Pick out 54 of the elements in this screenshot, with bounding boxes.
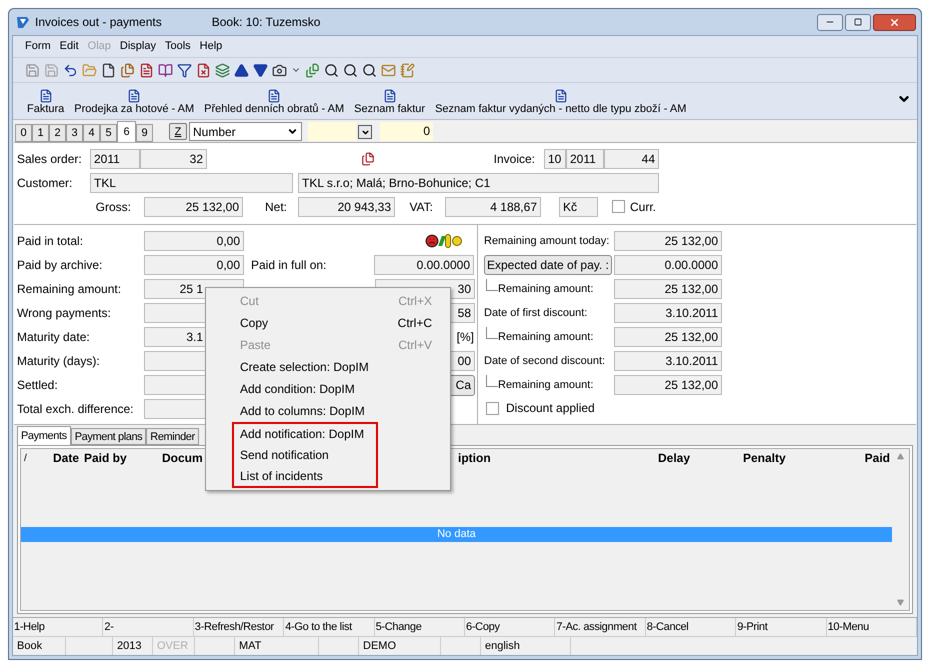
- unit-label: [%]: [456, 329, 475, 346]
- field-label: Discount applied: [506, 400, 595, 417]
- field-label: VAT:: [408, 198, 433, 216]
- field-label: Remaining amount:: [498, 282, 594, 297]
- field-label: Remaining amount:: [498, 330, 594, 345]
- field-label: Sales order:: [17, 150, 83, 168]
- field-label: Customer:: [17, 174, 74, 192]
- field-label: Remaining amount today:: [484, 234, 610, 249]
- field-label: Date of second discount:: [484, 354, 606, 369]
- status-text: DEMO: [363, 640, 396, 652]
- field-label: Gross:: [94, 198, 131, 216]
- value-field: 0,00: [144, 255, 244, 275]
- value-field: 32: [140, 148, 207, 168]
- value-field: 10: [544, 148, 566, 168]
- field-label: Paid in full on:: [251, 257, 328, 274]
- status-text: 2013: [117, 640, 142, 652]
- value-field: 2011: [566, 148, 604, 168]
- field-label: Invoice:: [492, 150, 535, 168]
- field-label: Settled:: [17, 377, 59, 394]
- value-field: 0.00.0000: [614, 255, 722, 275]
- value-field: 25 132,00: [614, 375, 722, 395]
- status-text: OVER: [157, 640, 188, 652]
- window-title: Invoices out - payments: [35, 14, 162, 31]
- value-field: Kč: [559, 196, 598, 216]
- value-field: 25 132,00: [144, 196, 243, 216]
- value-field: TKL: [90, 172, 293, 192]
- value-field: 2011: [90, 148, 140, 168]
- value-field: TKL s.r.o; Malá; Brno-Bohunice; C1: [298, 172, 659, 192]
- field-label: Total exch. difference:: [17, 401, 135, 418]
- field-label: Paid in total:: [17, 233, 84, 250]
- status-text: english: [485, 640, 520, 652]
- field-label: Maturity date:: [17, 329, 91, 346]
- field-label: Curr.: [630, 198, 656, 216]
- book-title: Book: 10: Tuzemsko: [212, 14, 320, 31]
- value-field: 25 132,00: [614, 231, 722, 251]
- value-field: 3.10.2011: [614, 351, 722, 371]
- value-field: 3.10.2011: [614, 303, 722, 323]
- value-field: 44: [604, 148, 659, 168]
- field-label: Remaining amount:: [17, 281, 122, 298]
- value-field: 25 132,00: [614, 279, 722, 299]
- value-field: 20 943,33: [298, 196, 395, 216]
- field-label: Paid by archive:: [17, 257, 104, 274]
- field-label: Date of first discount:: [484, 306, 588, 321]
- status-text: MAT: [239, 640, 262, 652]
- value-field: 25 132,00: [614, 327, 722, 347]
- value-field: 0.00.0000: [374, 255, 474, 275]
- field-label: Net:: [264, 198, 287, 216]
- status-text: Book: [17, 640, 42, 652]
- empty-row: No data: [21, 527, 892, 542]
- field-label: Wrong payments:: [17, 305, 112, 322]
- value-field: 0,00: [144, 231, 244, 251]
- value-field: 4 188,67: [445, 196, 541, 216]
- field-label: Maturity (days):: [17, 353, 101, 370]
- field-label: Remaining amount:: [498, 378, 594, 393]
